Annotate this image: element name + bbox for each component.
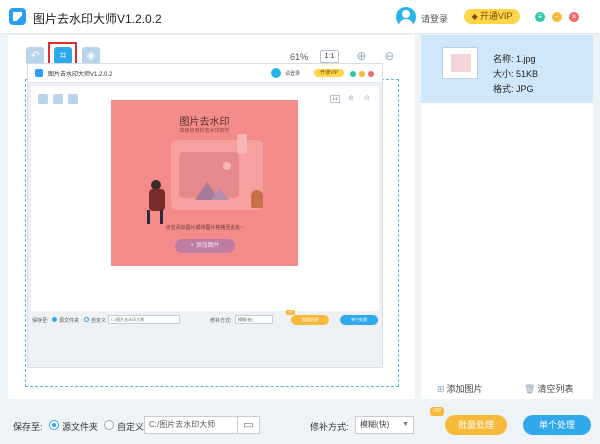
close-icon: × [571,12,577,21]
preview-hint: 点击添加图片或将图片拖拽至此处~ [165,225,244,231]
file-list-panel: 名称: 1.jpg 大小: 51KB 格式: JPG ⊞ 添加图片 🗑 清空列表 [421,35,593,399]
trash-icon: 🗑 [524,384,536,394]
file-format-row: 格式: JPG [493,82,534,95]
preview-avatar-icon [271,68,281,78]
folder-icon[interactable]: ▭ [238,416,260,434]
preview-drop-area: 图片去水印 高级好用的去水印软件 点击添加图片或将图片拖拽至此处~ + 添加图片 [111,100,298,266]
add-image-button[interactable]: ⊞ 添加图片 [437,382,483,395]
add-image-icon: ⊞ [437,384,445,394]
avatar-icon[interactable] [396,7,416,27]
clear-list-button[interactable]: 🗑 清空列表 [524,382,573,395]
repair-mode-label: 修补方式: [310,422,349,432]
preview-single-button: 单个处理 [340,315,378,325]
file-format: JPG [516,84,534,94]
preview-repair-label: 修补方式: [210,318,232,324]
save-to-label: 保存至: [13,422,43,432]
sun-illustration [223,162,231,170]
custom-label[interactable]: 自定义 [117,420,144,433]
open-vip-button[interactable]: ◆ 开通VIP [464,9,520,24]
preview-batch-button: 批量处理 [291,315,329,325]
close-button[interactable]: × [569,12,579,22]
custom-radio[interactable] [104,420,114,430]
preview-close-icon [368,71,374,77]
preview-zoom-in-icon: ⊕ [348,95,354,102]
preview-source-folder: 源文件夹 [59,318,80,324]
bottom-bar: 保存至: 源文件夹 自定义 C:/图片去水印大师 ▭ 修补方式: 模糊(快) ▼ … [0,405,600,444]
login-link[interactable]: 请登录 [421,12,448,25]
diamond-icon: ◆ [471,12,478,21]
batch-process-button[interactable]: 批量处理 [445,415,507,435]
lamp-illustration [237,134,247,154]
menu-icon: ≡ [537,12,543,21]
add-image-label: 添加图片 [446,384,483,394]
open-vip-label: 开通VIP [479,11,513,21]
person-legs-illustration [147,210,163,224]
preview-save-label: 保存至: [32,318,49,324]
minimize-button[interactable]: – [552,12,562,22]
preview-back-icon [38,94,48,104]
preview-canvas: 1:1 ⊕ ⊖ 图片去水印 高级好用的去水印软件 点击添加图片或将图片拖拽至此处… [31,86,379,311]
preview-custom: 自定义 [91,318,107,324]
preview-title: 图片去水印大师V1.2.0.2 [48,72,113,78]
preview-zoom-out-icon: ⊖ [364,95,370,102]
file-size: 51KB [516,69,539,79]
loaded-image: 图片去水印大师V1.2.0.2 请登录 开通VIP 1:1 ⊕ ⊖ 图片去水印 … [27,63,383,368]
preview-minimize-icon [359,71,365,77]
repair-mode-select[interactable]: 模糊(快) ▼ [355,416,414,434]
preview-path: C:/图片去水印大师 [108,315,180,324]
preview-heading: 图片去水印 [179,117,230,128]
source-folder-radio[interactable] [49,420,59,430]
preview-radio-custom [84,317,89,322]
repair-mode-value: 模糊(快) [360,420,390,429]
title-bar: 图片去水印大师V1.2.0.2 请登录 ◆ 开通VIP ≡ – × [0,0,600,34]
preview-radio-source [52,317,57,322]
thumbnail-image [451,54,471,72]
single-process-button[interactable]: 单个处理 [523,415,591,435]
file-name-label: 名称: [493,54,514,64]
preview-menu-icon [350,71,356,77]
preview-eraser-icon [68,94,78,104]
person-body-illustration [149,189,165,211]
chevron-down-icon: ▼ [402,421,409,428]
ratio-button[interactable]: 1:1 [320,50,339,63]
minimize-icon: – [554,12,560,21]
save-path-input[interactable]: C:/图片去水印大师 [144,416,238,434]
preview-crop-icon [53,94,63,104]
preview-vip: 开通VIP [314,69,344,77]
preview-login: 请登录 [285,71,301,77]
zoom-out-icon[interactable]: ⊖ [382,49,397,64]
file-format-label: 格式: [493,84,514,94]
preview-logo-icon [35,69,43,77]
vip-badge: VIP [430,407,444,416]
preview-add-button: + 添加图片 [175,239,235,253]
app-title: 图片去水印大师V1.2.0.2 [33,12,162,26]
zoom-in-icon[interactable]: ⊕ [354,49,369,64]
source-folder-label[interactable]: 源文件夹 [62,420,98,433]
file-size-row: 大小: 51KB [493,67,538,80]
app-logo-icon [9,8,26,25]
zoom-level: 61% [290,52,309,62]
file-thumbnail [442,47,478,79]
clear-list-label: 清空列表 [537,384,574,394]
preview-subheading: 高级好用的去水印软件 [179,128,230,134]
preview-title-bar: 图片去水印大师V1.2.0.2 请登录 开通VIP [28,64,382,83]
file-name-row: 名称: 1.jpg [493,52,536,65]
file-size-label: 大小: [493,69,514,79]
preview-footer: 保存至: 源文件夹 自定义 C:/图片去水印大师 修补方式: 模糊(快) VIP… [28,310,382,367]
mountain-small-illustration [211,188,229,200]
menu-button[interactable]: ≡ [535,12,545,22]
file-list-item[interactable]: 名称: 1.jpg 大小: 51KB 格式: JPG [421,35,593,103]
file-name: 1.jpg [516,54,536,64]
preview-ratio: 1:1 [330,95,340,103]
plant-illustration [251,190,263,208]
preview-repair-select: 模糊(快) [235,315,273,324]
